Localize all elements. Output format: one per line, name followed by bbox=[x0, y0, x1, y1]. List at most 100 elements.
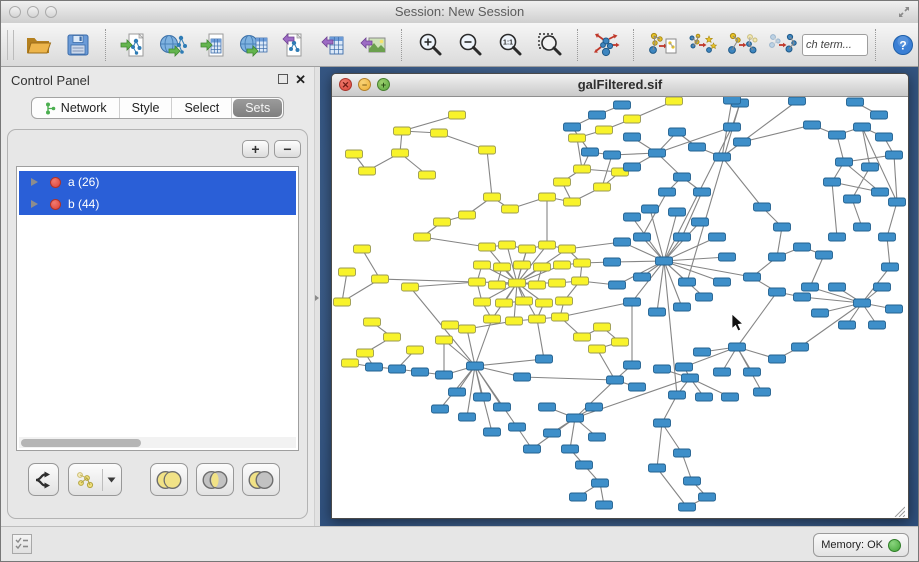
graph-node[interactable] bbox=[534, 263, 551, 271]
graph-node[interactable] bbox=[696, 393, 713, 401]
scrollbar-thumb[interactable] bbox=[21, 439, 141, 447]
graph-node[interactable] bbox=[509, 423, 526, 431]
graph-node[interactable] bbox=[666, 97, 683, 105]
export-network-button[interactable] bbox=[274, 26, 314, 64]
graph-node[interactable] bbox=[854, 223, 871, 231]
graph-node[interactable] bbox=[342, 359, 359, 367]
graph-node[interactable] bbox=[346, 150, 363, 158]
apply-layout-button[interactable] bbox=[586, 26, 626, 64]
graph-node[interactable] bbox=[829, 233, 846, 241]
graph-edge[interactable] bbox=[642, 192, 667, 237]
tab-sets[interactable]: Sets bbox=[233, 99, 282, 117]
graph-node[interactable] bbox=[812, 309, 829, 317]
graph-node[interactable] bbox=[484, 193, 501, 201]
graph-node[interactable] bbox=[839, 321, 856, 329]
graph-edge[interactable] bbox=[537, 319, 544, 359]
graph-node[interactable] bbox=[536, 355, 553, 363]
graph-node[interactable] bbox=[436, 336, 453, 344]
graph-node[interactable] bbox=[536, 299, 553, 307]
search-field[interactable] bbox=[802, 34, 868, 56]
graph-node[interactable] bbox=[334, 298, 351, 306]
graph-node[interactable] bbox=[594, 323, 611, 331]
graph-node[interactable] bbox=[612, 338, 629, 346]
graph-edge[interactable] bbox=[777, 227, 782, 257]
memory-status-button[interactable]: Memory: OK bbox=[813, 533, 909, 557]
graph-edge[interactable] bbox=[862, 127, 870, 167]
graph-node[interactable] bbox=[366, 363, 383, 371]
graph-node[interactable] bbox=[604, 151, 621, 159]
remove-set-button[interactable]: − bbox=[274, 140, 301, 158]
fullscreen-icon[interactable] bbox=[896, 4, 912, 20]
graph-node[interactable] bbox=[769, 355, 786, 363]
graph-node[interactable] bbox=[847, 98, 864, 106]
graph-node[interactable] bbox=[459, 211, 476, 219]
graph-node[interactable] bbox=[529, 281, 546, 289]
graph-node[interactable] bbox=[539, 403, 556, 411]
graph-edge[interactable] bbox=[832, 182, 837, 237]
graph-node[interactable] bbox=[642, 205, 659, 213]
expand-arrow-icon[interactable] bbox=[31, 200, 38, 208]
zoom-out-button[interactable] bbox=[450, 26, 490, 64]
graph-edge[interactable] bbox=[422, 237, 487, 247]
graph-node[interactable] bbox=[862, 163, 879, 171]
graph-node[interactable] bbox=[514, 261, 531, 269]
graph-node[interactable] bbox=[614, 238, 631, 246]
graph-edge[interactable] bbox=[487, 150, 492, 197]
graph-node[interactable] bbox=[844, 195, 861, 203]
graph-edge[interactable] bbox=[664, 261, 752, 277]
graph-node[interactable] bbox=[836, 158, 853, 166]
graph-node[interactable] bbox=[719, 253, 736, 261]
graph-node[interactable] bbox=[467, 362, 484, 370]
graph-node[interactable] bbox=[694, 188, 711, 196]
graph-node[interactable] bbox=[449, 388, 466, 396]
network-frame-titlebar[interactable]: ✕ − + galFiltered.sif bbox=[332, 74, 908, 97]
graph-node[interactable] bbox=[724, 123, 741, 131]
graph-node[interactable] bbox=[804, 121, 821, 129]
graph-edge[interactable] bbox=[475, 359, 544, 366]
graph-node[interactable] bbox=[694, 348, 711, 356]
graph-node[interactable] bbox=[484, 315, 501, 323]
graph-node[interactable] bbox=[679, 503, 696, 511]
select-from-network-button[interactable] bbox=[682, 26, 722, 64]
graph-node[interactable] bbox=[402, 283, 419, 291]
graph-node[interactable] bbox=[459, 413, 476, 421]
graph-node[interactable] bbox=[392, 149, 409, 157]
graph-node[interactable] bbox=[407, 346, 424, 354]
graph-node[interactable] bbox=[412, 368, 429, 376]
graph-node[interactable] bbox=[389, 365, 406, 373]
graph-node[interactable] bbox=[872, 188, 889, 196]
graph-node[interactable] bbox=[624, 115, 641, 123]
graph-node[interactable] bbox=[684, 477, 701, 485]
graph-node[interactable] bbox=[589, 111, 606, 119]
graph-node[interactable] bbox=[871, 111, 888, 119]
add-set-button[interactable]: + bbox=[242, 140, 269, 158]
new-network-from-selection-button[interactable] bbox=[642, 26, 682, 64]
graph-node[interactable] bbox=[357, 349, 374, 357]
graph-node[interactable] bbox=[514, 373, 531, 381]
graph-node[interactable] bbox=[674, 449, 691, 457]
graph-node[interactable] bbox=[722, 393, 739, 401]
collapse-arrow-icon[interactable] bbox=[315, 295, 319, 301]
graph-node[interactable] bbox=[692, 218, 709, 226]
tab-network[interactable]: Network bbox=[32, 98, 120, 118]
venn-difference-button[interactable] bbox=[242, 463, 280, 496]
float-panel-icon[interactable] bbox=[278, 74, 288, 84]
graph-node[interactable] bbox=[434, 218, 451, 226]
save-session-button[interactable] bbox=[58, 26, 98, 64]
graph-node[interactable] bbox=[509, 279, 526, 287]
graph-node[interactable] bbox=[879, 233, 896, 241]
graph-node[interactable] bbox=[554, 261, 571, 269]
graph-node[interactable] bbox=[442, 321, 459, 329]
graph-edge[interactable] bbox=[380, 279, 477, 282]
graph-node[interactable] bbox=[754, 203, 771, 211]
graph-node[interactable] bbox=[586, 403, 603, 411]
graph-node[interactable] bbox=[869, 321, 886, 329]
graph-edge[interactable] bbox=[362, 249, 380, 279]
graph-node[interactable] bbox=[570, 493, 587, 501]
open-session-button[interactable] bbox=[18, 26, 58, 64]
graph-node[interactable] bbox=[364, 318, 381, 326]
graph-edge[interactable] bbox=[575, 380, 615, 418]
graph-edge[interactable] bbox=[342, 272, 347, 302]
graph-node[interactable] bbox=[359, 167, 376, 175]
graph-edge[interactable] bbox=[887, 202, 897, 237]
